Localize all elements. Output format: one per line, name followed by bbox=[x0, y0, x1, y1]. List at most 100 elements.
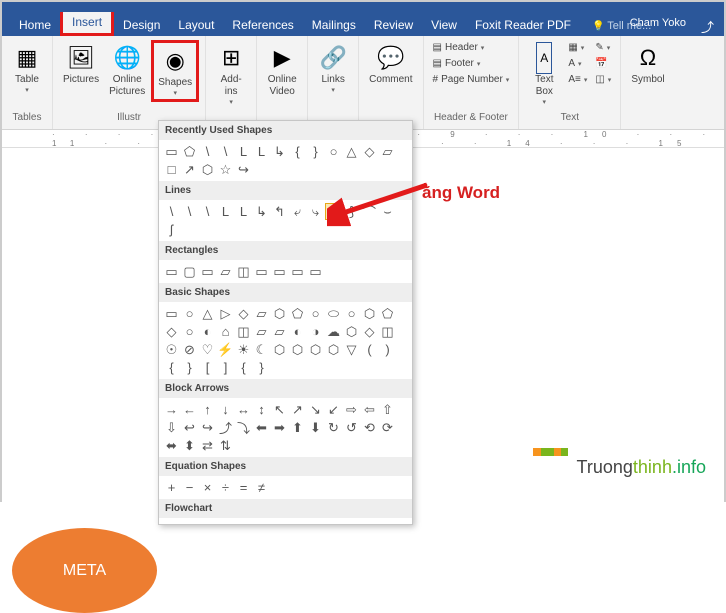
shape-option[interactable]: \ bbox=[181, 203, 198, 220]
shape-option[interactable]: ↘ bbox=[307, 401, 324, 418]
shape-option[interactable]: ⬭ bbox=[325, 305, 342, 322]
shape-option[interactable]: ↪ bbox=[235, 161, 252, 178]
shape-option[interactable]: ☁ bbox=[325, 323, 342, 340]
tab-layout[interactable]: Layout bbox=[169, 14, 223, 36]
shape-option[interactable]: ▽ bbox=[343, 341, 360, 358]
shape-option[interactable]: ⚡ bbox=[217, 341, 234, 358]
table-button[interactable]: ▦ Table ▾ bbox=[8, 40, 46, 96]
shape-option[interactable]: ⬡ bbox=[343, 323, 360, 340]
shape-option[interactable]: ▭ bbox=[307, 263, 324, 280]
online-video-button[interactable]: ▶ Online Video bbox=[263, 40, 301, 100]
object-button[interactable]: ◫ ▾ bbox=[592, 72, 614, 87]
pictures-button[interactable]: 🖼 Pictures bbox=[59, 40, 103, 88]
shape-option[interactable]: ↰ bbox=[271, 203, 288, 220]
shape-option[interactable]: ↔ bbox=[235, 401, 252, 418]
symbol-button[interactable]: Ω Symbol bbox=[627, 40, 668, 88]
shape-option[interactable]: ▱ bbox=[253, 305, 270, 322]
tab-foxit[interactable]: Foxit Reader PDF bbox=[466, 14, 580, 36]
shape-option[interactable]: ↖ bbox=[271, 401, 288, 418]
shape-option[interactable]: ⇩ bbox=[163, 419, 180, 436]
tab-view[interactable]: View bbox=[422, 14, 466, 36]
shape-option[interactable]: ) bbox=[379, 341, 396, 358]
share-icon[interactable]: ⤴ bbox=[701, 17, 714, 36]
shape-option[interactable]: ⬡ bbox=[325, 341, 342, 358]
online-pictures-button[interactable]: 🌐 Online Pictures bbox=[105, 40, 149, 100]
date-time-button[interactable]: 📅 bbox=[592, 56, 614, 71]
signature-button[interactable]: ✎ ▾ bbox=[592, 40, 614, 55]
shape-option[interactable]: } bbox=[307, 143, 324, 160]
shape-option[interactable]: × bbox=[199, 479, 216, 496]
shape-option[interactable]: ↗ bbox=[289, 401, 306, 418]
shape-option[interactable]: ⤷ bbox=[307, 203, 324, 220]
shape-option[interactable]: ◐ bbox=[289, 323, 306, 340]
quick-parts-button[interactable]: ▦ ▾ bbox=[565, 40, 590, 55]
shape-option[interactable]: ↻ bbox=[325, 419, 342, 436]
shape-option[interactable]: { bbox=[163, 359, 180, 376]
shape-option[interactable]: ▱ bbox=[379, 143, 396, 160]
shape-option[interactable]: ⤶ bbox=[289, 203, 306, 220]
shape-option[interactable]: ◇ bbox=[361, 323, 378, 340]
shape-option[interactable]: ⬡ bbox=[199, 161, 216, 178]
tab-references[interactable]: References bbox=[223, 14, 302, 36]
shape-option[interactable]: ⟳ bbox=[379, 419, 396, 436]
shape-option[interactable]: △ bbox=[343, 143, 360, 160]
shape-option[interactable]: ⇄ bbox=[199, 437, 216, 454]
shape-option[interactable]: ⬇ bbox=[307, 419, 324, 436]
shape-option[interactable]: ⬡ bbox=[307, 341, 324, 358]
shapes-button[interactable]: ◉ Shapes ▾ bbox=[151, 40, 199, 102]
shape-option[interactable]: ⇨ bbox=[343, 401, 360, 418]
tab-insert[interactable]: Insert bbox=[60, 8, 114, 36]
shape-option[interactable]: ◑ bbox=[307, 323, 324, 340]
shape-option[interactable]: { bbox=[289, 143, 306, 160]
shape-option[interactable]: ↕ bbox=[253, 401, 270, 418]
shape-option[interactable]: ⤵ bbox=[235, 419, 252, 436]
shape-option[interactable]: ○ bbox=[307, 305, 324, 322]
shape-option[interactable]: ⬡ bbox=[289, 341, 306, 358]
shape-option[interactable]: ◇ bbox=[235, 305, 252, 322]
shape-option[interactable]: ⬡ bbox=[271, 305, 288, 322]
shape-option[interactable]: ▭ bbox=[199, 263, 216, 280]
meta-oval-shape[interactable]: META bbox=[12, 528, 157, 613]
shape-option[interactable]: ⟲ bbox=[361, 419, 378, 436]
shape-option[interactable]: ▢ bbox=[181, 263, 198, 280]
shape-option[interactable]: ◫ bbox=[235, 323, 252, 340]
shape-option[interactable]: \ bbox=[199, 203, 216, 220]
shape-option[interactable]: ⊘ bbox=[181, 341, 198, 358]
shape-option[interactable]: ◇ bbox=[163, 323, 180, 340]
comment-button[interactable]: 💬 Comment bbox=[365, 40, 416, 88]
shape-option[interactable]: ⇧ bbox=[379, 401, 396, 418]
shape-option[interactable]: ☆ bbox=[217, 161, 234, 178]
shape-option[interactable]: L bbox=[253, 143, 270, 160]
shape-option[interactable]: ▱ bbox=[271, 323, 288, 340]
shape-option[interactable]: \ bbox=[163, 203, 180, 220]
shape-option[interactable]: ⇦ bbox=[361, 401, 378, 418]
shape-option[interactable]: L bbox=[235, 203, 252, 220]
shape-option[interactable]: ◐ bbox=[199, 323, 216, 340]
shape-option[interactable]: ⬅ bbox=[253, 419, 270, 436]
shape-option[interactable]: ↙ bbox=[325, 401, 342, 418]
shape-option[interactable]: \ bbox=[217, 143, 234, 160]
shape-option[interactable]: ↩ bbox=[181, 419, 198, 436]
shape-option[interactable]: ▭ bbox=[163, 305, 180, 322]
links-button[interactable]: 🔗 Links ▾ bbox=[314, 40, 352, 96]
shape-option[interactable]: [ bbox=[199, 359, 216, 376]
shape-option[interactable]: ➡ bbox=[271, 419, 288, 436]
shape-option[interactable]: ← bbox=[181, 401, 198, 418]
drop-cap-button[interactable]: A≡ ▾ bbox=[565, 72, 590, 87]
shape-option[interactable]: ▱ bbox=[253, 323, 270, 340]
shape-option[interactable]: ○ bbox=[181, 305, 198, 322]
shape-option[interactable]: ÷ bbox=[217, 479, 234, 496]
shape-option[interactable]: ◫ bbox=[235, 263, 252, 280]
shape-option[interactable]: ▭ bbox=[289, 263, 306, 280]
shape-option[interactable]: ▭ bbox=[163, 143, 180, 160]
shape-option[interactable]: ↪ bbox=[199, 419, 216, 436]
tab-design[interactable]: Design bbox=[114, 14, 169, 36]
shape-option[interactable]: ○ bbox=[325, 143, 342, 160]
shape-option[interactable]: ▭ bbox=[271, 263, 288, 280]
shape-option[interactable]: ( bbox=[361, 341, 378, 358]
shape-option[interactable]: ☾ bbox=[253, 341, 270, 358]
shape-option[interactable]: ↗ bbox=[181, 161, 198, 178]
shape-option[interactable]: ○ bbox=[343, 305, 360, 322]
shape-option[interactable]: ⤴ bbox=[217, 419, 234, 436]
shape-option[interactable]: ▷ bbox=[217, 305, 234, 322]
